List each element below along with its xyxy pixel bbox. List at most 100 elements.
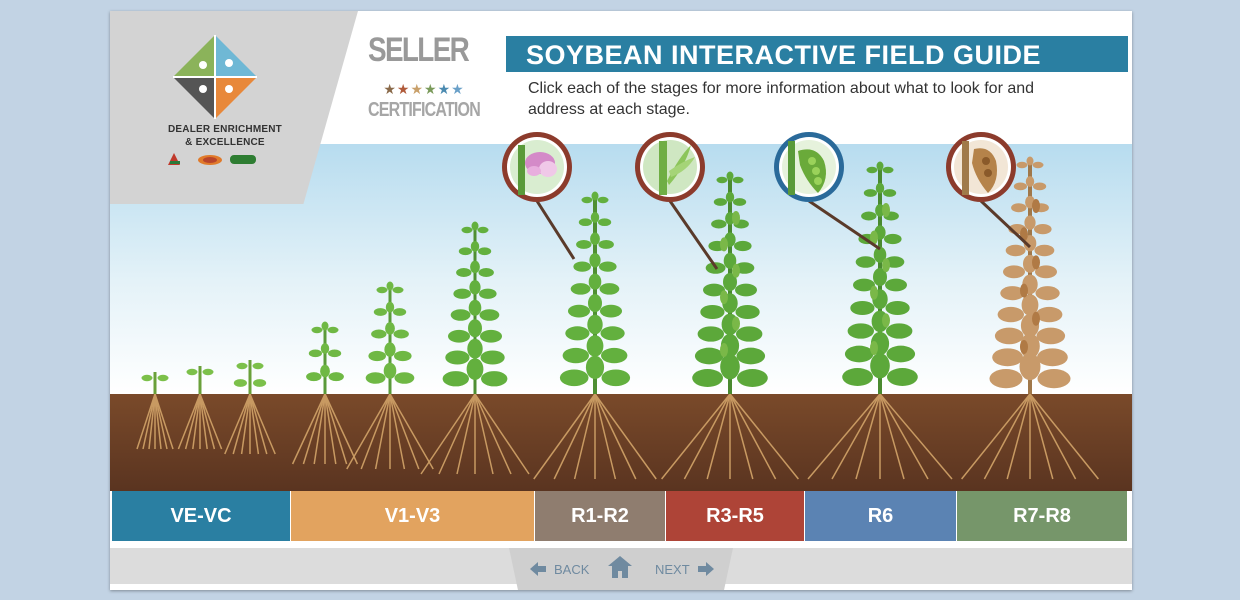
leaf xyxy=(306,372,322,382)
leaf xyxy=(394,350,412,362)
stage-tab-r1-r2[interactable]: R1-R2 xyxy=(535,491,665,541)
leaf xyxy=(466,358,484,380)
leaf xyxy=(186,368,198,376)
back-button[interactable]: BACK xyxy=(530,556,589,582)
leaf xyxy=(320,343,330,354)
leaf xyxy=(601,347,628,364)
leaf xyxy=(588,273,602,290)
leaf xyxy=(478,247,492,256)
leaf xyxy=(477,226,489,234)
leaf xyxy=(328,349,342,358)
leaf xyxy=(469,280,481,295)
leaf xyxy=(1036,306,1063,323)
pod xyxy=(732,211,740,225)
leaf xyxy=(365,372,386,384)
leaf xyxy=(844,345,874,363)
leaf xyxy=(481,371,508,387)
leaf xyxy=(733,198,747,206)
leaf xyxy=(847,323,874,339)
leaf xyxy=(994,327,1024,345)
leaf xyxy=(479,288,497,299)
leaf xyxy=(600,304,622,318)
stage-tab-v1-v3[interactable]: V1-V3 xyxy=(291,491,534,541)
flower-callout-icon[interactable] xyxy=(496,131,578,261)
leaf xyxy=(368,350,387,362)
pod xyxy=(870,341,878,355)
leaf xyxy=(590,212,600,223)
leaf xyxy=(461,226,473,234)
leaf xyxy=(308,349,322,358)
next-button[interactable]: NEXT xyxy=(655,556,714,582)
star-rating-icon: ★★★★★★ xyxy=(383,81,465,97)
leaf xyxy=(989,369,1023,389)
instructions-text: Click each of the stages for more inform… xyxy=(528,80,1035,118)
leaf xyxy=(384,342,396,357)
pod xyxy=(732,263,740,278)
leaf xyxy=(450,309,471,321)
leaf xyxy=(470,260,480,274)
leaf xyxy=(252,362,264,370)
leaf xyxy=(585,355,605,380)
stage-tab-r3-r5[interactable]: R3-R5 xyxy=(666,491,804,541)
arrow-left-icon xyxy=(530,562,546,576)
leaf xyxy=(442,371,469,387)
leaf xyxy=(735,283,757,297)
leaf xyxy=(725,191,735,203)
leaf xyxy=(697,326,724,342)
pod xyxy=(882,258,890,273)
certification-label: CERTIFICATION xyxy=(368,99,481,121)
leaf xyxy=(328,372,344,382)
leaf xyxy=(480,350,505,365)
green-pod-callout-icon[interactable] xyxy=(768,131,888,251)
mature-pod-callout-icon[interactable] xyxy=(940,131,1040,251)
title-bar: SOYBEAN INTERACTIVE FIELD GUIDE xyxy=(506,36,1128,72)
leaf xyxy=(233,379,247,387)
leaf xyxy=(448,329,470,343)
back-label: BACK xyxy=(554,561,590,577)
leaf xyxy=(735,304,760,320)
leaf xyxy=(376,286,388,294)
leaf xyxy=(236,362,248,370)
leaf xyxy=(1003,265,1025,279)
leaf xyxy=(1037,348,1068,367)
leaf xyxy=(468,319,482,338)
leaf xyxy=(599,283,620,295)
leaf xyxy=(386,281,394,291)
leaf xyxy=(885,300,910,316)
leaf xyxy=(1037,369,1071,389)
pod-leaf-callout-icon[interactable] xyxy=(629,131,719,271)
leaf xyxy=(587,314,603,335)
leaf xyxy=(445,350,470,365)
leaf xyxy=(1036,327,1066,345)
leaf xyxy=(870,353,890,379)
leaf xyxy=(598,218,612,227)
stage-tab-r7-r8[interactable]: R7-R8 xyxy=(957,491,1127,541)
home-button[interactable] xyxy=(608,554,632,580)
leaf xyxy=(471,221,479,231)
pod xyxy=(882,313,890,328)
leaf xyxy=(383,362,397,379)
stage-tab-r6[interactable]: R6 xyxy=(805,491,956,541)
leaf xyxy=(720,354,740,380)
leaf xyxy=(393,329,409,339)
leaf xyxy=(591,191,599,201)
leaf xyxy=(850,300,875,316)
dealer-logo-icon xyxy=(173,35,257,119)
leaf xyxy=(141,374,153,382)
pod xyxy=(720,290,728,305)
leaf xyxy=(320,364,330,378)
pod xyxy=(1020,340,1028,354)
leaf xyxy=(581,196,593,204)
leaf xyxy=(393,308,407,316)
leaf xyxy=(885,278,907,292)
leaf xyxy=(559,369,589,387)
leaf xyxy=(311,326,323,334)
leaf xyxy=(589,253,601,268)
leaf xyxy=(394,372,415,384)
leaf xyxy=(467,338,483,359)
leaf xyxy=(578,218,592,227)
leaf xyxy=(586,335,604,357)
stage-tab-ve-vc[interactable]: VE-VC xyxy=(112,491,290,541)
leaf xyxy=(598,239,614,249)
leaf xyxy=(842,368,873,386)
